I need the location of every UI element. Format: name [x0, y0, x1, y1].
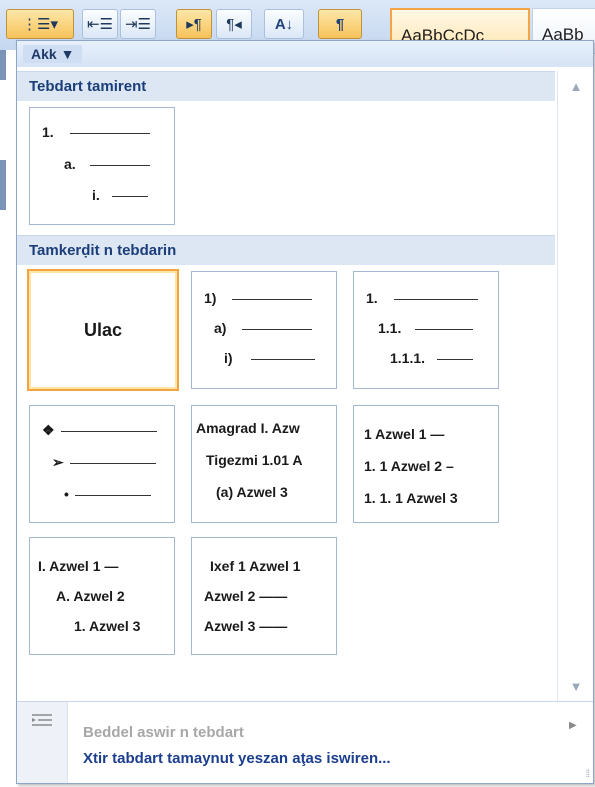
tile-line: Tigezmi 1.01 A: [206, 452, 303, 468]
resize-grip-icon[interactable]: ⁞⁞: [585, 769, 589, 780]
submenu-arrow-icon: ▶: [569, 720, 577, 731]
section-header-current-list: Tebdart tamirent: [17, 71, 555, 101]
tile-line: A. Azwel 2: [56, 588, 125, 604]
list-tile-article-section[interactable]: Amagrad I. Azw Tigezmi 1.01 A (a) Azwel …: [191, 405, 337, 523]
tile-line: 1 Azwel 1 —: [364, 426, 445, 442]
tile-line: i): [224, 350, 315, 366]
decrease-indent-icon[interactable]: ⇤☰: [82, 9, 118, 39]
list-tile-decimal[interactable]: 1. 1.1. 1.1.1.: [353, 271, 499, 389]
tile-line: i.: [92, 187, 148, 203]
tile-line: a.: [64, 156, 150, 172]
pilcrow-icon[interactable]: ¶: [318, 9, 362, 39]
tile-line: 1. 1 Azwel 2 –: [364, 458, 454, 474]
multilevel-list-icon[interactable]: ⋮☰▾: [6, 9, 74, 39]
define-new-multilevel-list-command[interactable]: Xtir tabdart tamaynut yeszan aţas iswire…: [83, 750, 391, 767]
increase-indent-icon[interactable]: ⇥☰: [120, 9, 156, 39]
scroll-down-icon[interactable]: ▼: [558, 679, 593, 694]
tile-line: Azwel 3 ——: [204, 618, 288, 634]
list-tile-heading-roman[interactable]: I. Azwel 1 — A. Azwel 2 1. Azwel 3: [29, 537, 175, 655]
panel-scrollbar[interactable]: ▲ ▼: [557, 71, 593, 701]
list-tile-bullets[interactable]: ❖ ➢ •: [29, 405, 175, 523]
left-edge-strip: [0, 50, 6, 80]
tile-line: 1): [204, 290, 313, 306]
command-area: Beddel aswir n tebdart ▶ Xtir tabdart ta…: [17, 701, 593, 783]
change-list-level-command: Beddel aswir n tebdart: [83, 724, 244, 741]
rtl-paragraph-icon[interactable]: ¶◂: [216, 9, 252, 39]
tile-none-label: Ulac: [83, 320, 123, 340]
tile-line: ➢: [52, 454, 156, 470]
list-tile-none[interactable]: Ulac: [27, 269, 179, 391]
ltr-paragraph-icon[interactable]: ▸¶: [176, 9, 212, 39]
sort-az-icon[interactable]: A↓: [264, 9, 304, 39]
list-tile-chapter-heading[interactable]: Ixef 1 Azwel 1 Azwel 2 —— Azwel 3 ——: [191, 537, 337, 655]
section-header-list-library: Tamkerḍit n tebdarin: [17, 235, 555, 265]
tile-line: •: [64, 486, 151, 502]
tile-line: Amagrad I. Azw: [196, 420, 300, 436]
left-edge-strip: [0, 160, 6, 210]
change-list-level-icon: [32, 714, 52, 726]
tile-line: 1.: [366, 290, 478, 306]
command-icon-gutter: [17, 702, 68, 783]
tile-line: (a) Azwel 3: [216, 484, 288, 500]
filter-bar: Akk ▼: [17, 41, 593, 67]
filter-dropdown-button[interactable]: Akk ▼: [23, 45, 83, 63]
tile-line: Azwel 2 ——: [204, 588, 288, 604]
define-new-list-style-command[interactable]: Xtir ayanib amaynut n tebdart...: [83, 782, 306, 783]
tile-line: 1.1.1.: [390, 350, 474, 366]
tile-line: 1. 1. 1 Azwel 3: [364, 490, 458, 506]
tile-line: 1.1.: [378, 320, 474, 336]
tile-line: ❖: [42, 422, 157, 438]
scroll-up-icon[interactable]: ▲: [558, 79, 593, 94]
list-tile-heading-decimal[interactable]: 1 Azwel 1 — 1. 1 Azwel 2 – 1. 1. 1 Azwel…: [353, 405, 499, 523]
multilevel-list-dropdown: Akk ▼ Tebdart tamirent 1. a. i. Tamkerḍi…: [16, 40, 594, 784]
tile-line: 1.: [42, 124, 150, 140]
tile-line: Ixef 1 Azwel 1: [210, 558, 301, 574]
tile-line: a): [214, 320, 313, 336]
list-tile-paren[interactable]: 1) a) i): [191, 271, 337, 389]
tile-line: I. Azwel 1 —: [38, 558, 119, 574]
tile-line: 1. Azwel 3: [74, 618, 141, 634]
current-list-tile[interactable]: 1. a. i.: [29, 107, 175, 225]
